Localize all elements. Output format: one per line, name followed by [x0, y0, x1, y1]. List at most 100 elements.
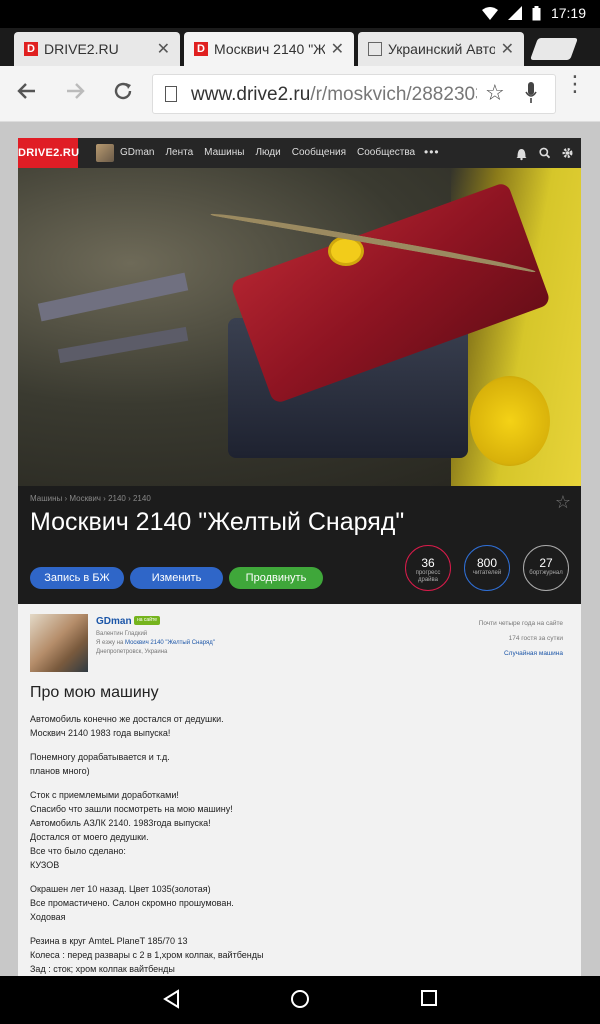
- text-line: Все промастичено. Салон скромно прошумов…: [30, 898, 234, 908]
- author-name[interactable]: GDman: [96, 616, 132, 627]
- nav-link-cars[interactable]: Машины: [204, 138, 244, 168]
- paragraph: Сток с приемлемыми доработками! Спасибо …: [30, 788, 550, 872]
- author-car-link[interactable]: Москвич 2140 "Желтый Снаряд": [125, 640, 215, 646]
- tab-moskvich[interactable]: D Москвич 2140 "Ж ✕: [184, 32, 354, 66]
- paragraph: Резина в круг AmteL PlaneT 185/70 13 Кол…: [30, 934, 550, 976]
- site-logo[interactable]: DRIVE2.RU: [18, 138, 79, 168]
- text-line: Окрашен лет 10 назад. Цвет 1035(золотая): [30, 884, 211, 894]
- text-line: Понемногу дорабатывается и т.д.: [30, 752, 170, 762]
- drives-prefix: Я езжу на: [96, 640, 124, 646]
- author-meta: Валентин Гладкий Я езжу на Москвич 2140 …: [96, 630, 215, 657]
- text-line: Ходовая: [30, 912, 66, 922]
- tab-ukrainian-auto[interactable]: Украинский Авто ✕: [358, 32, 524, 66]
- site-nav: DRIVE2.RU GDman Лента Машины Люди Сообще…: [18, 138, 581, 168]
- tab-title: Москвич 2140 "Ж: [214, 41, 325, 57]
- paragraph: Понемногу дорабатывается и т.д. планов м…: [30, 750, 550, 778]
- about-text: Автомобиль конечно же достался от дедушк…: [30, 712, 550, 976]
- tab-title: DRIVE2.RU: [44, 41, 119, 57]
- close-icon[interactable]: ✕: [501, 39, 514, 59]
- breadcrumb[interactable]: Машины › Москвич › 2140 › 2140: [30, 494, 151, 503]
- stat-value: 36: [421, 556, 435, 570]
- nav-link-people[interactable]: Люди: [255, 138, 280, 168]
- online-badge: на сайте: [134, 616, 161, 625]
- readers-stat[interactable]: 800 читателей: [464, 545, 510, 591]
- back-icon[interactable]: [16, 80, 38, 102]
- bookmark-star-icon[interactable]: ☆: [485, 80, 505, 106]
- signal-icon: [507, 6, 522, 20]
- edit-button[interactable]: Изменить: [130, 567, 223, 589]
- text-line: Автомобиль конечно же достался от дедушк…: [30, 714, 224, 724]
- tab-strip: D DRIVE2.RU ✕ D Москвич 2140 "Ж ✕ Украин…: [0, 28, 600, 66]
- menu-kebab-icon[interactable]: ⋮: [564, 73, 586, 95]
- paragraph: Автомобиль конечно же достался от дедушк…: [30, 712, 550, 740]
- author-realname: Валентин Гладкий: [96, 631, 148, 637]
- guests-per-day: 174 гостя за сутки: [508, 635, 563, 642]
- url-host: www.drive2.ru: [191, 84, 311, 105]
- page-icon: [368, 42, 382, 56]
- stat-value: 800: [476, 556, 498, 570]
- page-viewport: DRIVE2.RU GDman Лента Машины Люди Сообще…: [0, 122, 600, 976]
- microphone-icon[interactable]: [525, 82, 537, 104]
- address-bar[interactable]: www.drive2.ru/r/moskvich/2882303 ☆: [152, 74, 556, 114]
- drive-progress-stat[interactable]: 36 прогресс драйва: [405, 545, 451, 591]
- section-title: Про мою машину: [30, 684, 159, 701]
- close-icon[interactable]: ✕: [331, 39, 344, 59]
- logbook-entry-button[interactable]: Запись в БЖ: [30, 567, 124, 589]
- more-menu-icon[interactable]: •••: [424, 138, 440, 166]
- text-line: КУЗОВ: [30, 860, 60, 870]
- forward-icon[interactable]: [64, 80, 86, 102]
- paragraph: Окрашен лет 10 назад. Цвет 1035(золотая)…: [30, 882, 550, 924]
- nav-link-feed[interactable]: Лента: [165, 138, 193, 168]
- photo-detail: [470, 376, 550, 466]
- status-icons: 17:19: [481, 5, 586, 21]
- text-line: планов много): [30, 766, 90, 776]
- battery-icon: [532, 5, 541, 20]
- nav-link-profile[interactable]: GDman: [120, 138, 154, 168]
- stat-label: бортжурнал: [529, 570, 563, 576]
- url-path: /r/moskvich/2882303: [310, 84, 477, 105]
- promote-button[interactable]: Продвинуть: [229, 567, 323, 589]
- tab-title: Украинский Авто: [388, 41, 495, 57]
- settings-gear-icon[interactable]: [562, 138, 573, 168]
- stat-value: 27: [539, 556, 553, 570]
- page-info-icon[interactable]: [165, 86, 177, 102]
- close-icon[interactable]: ✕: [157, 39, 170, 59]
- home-circle-icon[interactable]: [290, 989, 310, 1009]
- status-bar: 17:19: [0, 0, 600, 28]
- back-triangle-icon[interactable]: [162, 989, 182, 1009]
- user-avatar[interactable]: [96, 144, 114, 162]
- system-nav-bar: [0, 976, 600, 1024]
- search-icon[interactable]: [539, 138, 550, 168]
- car-content: GDman на сайте Валентин Гладкий Я езжу н…: [18, 604, 581, 976]
- nav-links: GDman Лента Машины Люди Сообщения Сообще…: [120, 138, 415, 168]
- drive2-favicon: D: [24, 42, 38, 56]
- author-location: Днепропетровск, Украина: [96, 649, 168, 655]
- logbook-stat[interactable]: 27 бортжурнал: [523, 545, 569, 591]
- text-line: Сток с приемлемыми доработками!: [30, 790, 179, 800]
- stat-label: читателей: [472, 570, 502, 576]
- text-line: Автомобиль АЗЛК 2140. 1983года выпуска!: [30, 818, 211, 828]
- author-drives: Я езжу на Москвич 2140 "Желтый Снаряд": [96, 639, 215, 648]
- favorite-star-icon[interactable]: ☆: [555, 492, 571, 513]
- page-title: Москвич 2140 "Желтый Снаряд": [30, 508, 405, 536]
- side-info: Почти четыре года на сайте 174 гостя за …: [479, 616, 563, 661]
- stat-label: прогресс драйва: [415, 570, 441, 583]
- url-text[interactable]: www.drive2.ru/r/moskvich/2882303: [191, 84, 477, 106]
- nav-link-communities[interactable]: Сообщества: [357, 138, 415, 168]
- notification-bell-icon[interactable]: [516, 138, 527, 168]
- tab-drive2[interactable]: D DRIVE2.RU ✕: [14, 32, 180, 66]
- random-car-link[interactable]: Случайная машина: [479, 646, 563, 661]
- car-hero-photo[interactable]: [18, 168, 581, 486]
- text-line: Достался от моего дедушки.: [30, 832, 149, 842]
- recents-square-icon[interactable]: [420, 989, 438, 1007]
- new-tab-button[interactable]: [529, 38, 579, 60]
- reload-icon[interactable]: [112, 80, 134, 102]
- wifi-icon: [481, 6, 498, 20]
- drive2-favicon: D: [194, 42, 208, 56]
- browser-toolbar: www.drive2.ru/r/moskvich/2882303 ☆ ⋮: [0, 66, 600, 122]
- text-line: Спасибо что зашли посмотреть на мою маши…: [30, 804, 233, 814]
- car-title-panel: Машины › Москвич › 2140 › 2140 ☆ Москвич…: [18, 486, 581, 604]
- nav-link-messages[interactable]: Сообщения: [292, 138, 346, 168]
- author-avatar[interactable]: [30, 614, 88, 672]
- text-line: Колеса : перед развары с 2 в 1,хром колп…: [30, 950, 264, 960]
